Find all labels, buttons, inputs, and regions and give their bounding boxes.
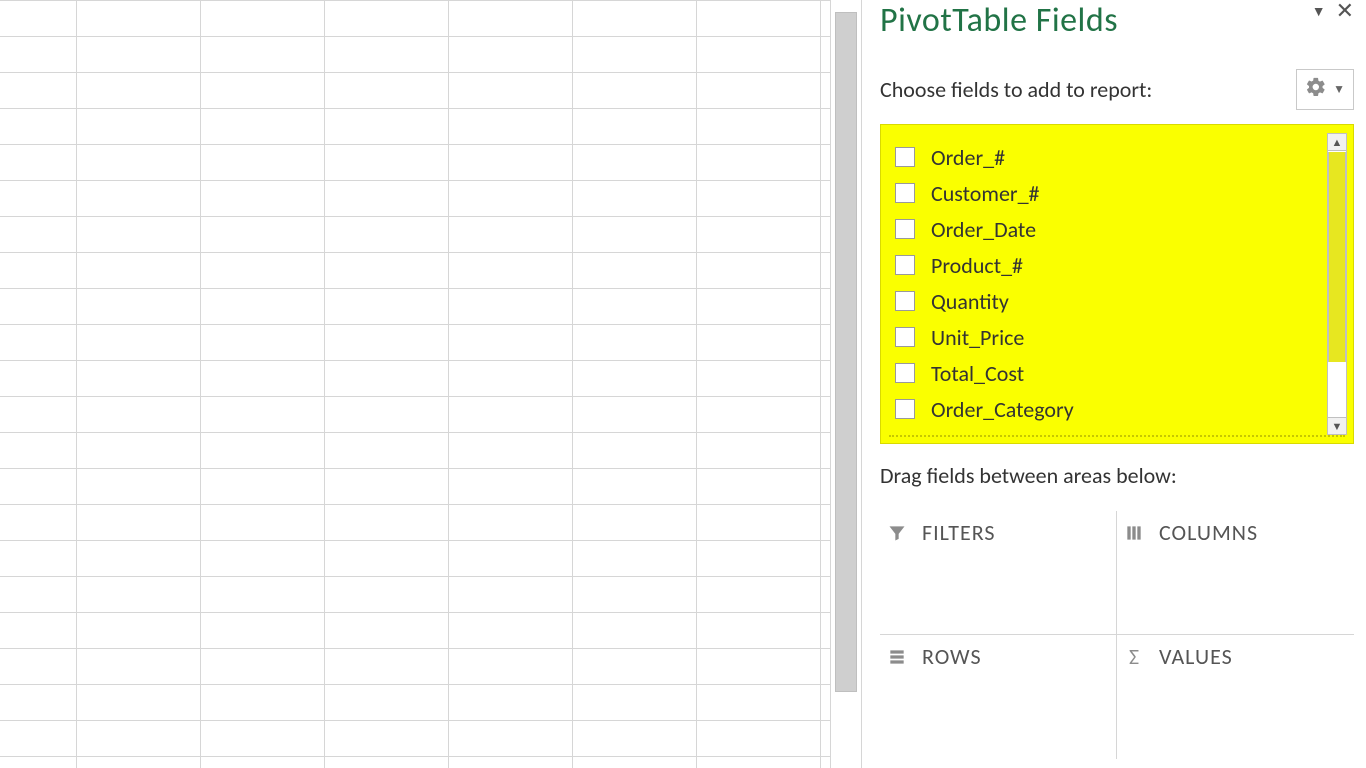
spreadsheet-grid[interactable]	[0, 0, 830, 768]
field-checkbox[interactable]	[895, 219, 915, 239]
panel-subheader: Choose fields to add to report:	[880, 76, 1152, 103]
drag-hint: Drag fields between areas below:	[880, 462, 1354, 489]
field-checkbox[interactable]	[895, 183, 915, 203]
columns-icon	[1123, 522, 1145, 544]
field-checkbox[interactable]	[895, 291, 915, 311]
field-checkbox[interactable]	[895, 363, 915, 383]
filter-icon	[886, 522, 908, 544]
rows-drop-area[interactable]: ROWS	[880, 635, 1117, 759]
field-row[interactable]: Order_Date	[895, 211, 1345, 247]
field-label: Order_Date	[931, 216, 1036, 243]
field-label: Customer_#	[931, 180, 1040, 207]
pivot-fields-panel: PivotTable Fields ▼ ✕ Choose fields to a…	[862, 0, 1366, 768]
field-label: Order_Category	[931, 396, 1074, 423]
values-label: VALUES	[1159, 643, 1233, 670]
rows-icon	[886, 646, 908, 668]
filters-drop-area[interactable]: FILTERS	[880, 511, 1117, 635]
columns-label: COLUMNS	[1159, 519, 1258, 546]
field-row[interactable]: Order_#	[895, 139, 1345, 175]
grid-lines	[0, 0, 830, 768]
field-label: Quantity	[931, 288, 1009, 315]
field-row[interactable]: Quantity	[895, 283, 1345, 319]
field-checkbox[interactable]	[895, 147, 915, 167]
field-label: Product_#	[931, 252, 1023, 279]
scroll-up-icon[interactable]: ▲	[1327, 133, 1347, 151]
drop-areas: FILTERS COLUMNS ROWS	[880, 511, 1354, 759]
scroll-down-icon[interactable]: ▼	[1327, 417, 1347, 435]
field-label: Order_#	[931, 144, 1005, 171]
chevron-down-icon: ▼	[1333, 82, 1345, 97]
panel-title: PivotTable Fields	[880, 0, 1118, 41]
sigma-icon: Σ	[1123, 646, 1145, 668]
rows-label: ROWS	[922, 643, 982, 670]
columns-drop-area[interactable]: COLUMNS	[1117, 511, 1354, 635]
filters-label: FILTERS	[922, 519, 996, 546]
values-drop-area[interactable]: Σ VALUES	[1117, 635, 1354, 759]
field-label: Unit_Price	[931, 324, 1024, 351]
field-checkbox[interactable]	[895, 255, 915, 275]
field-checkbox[interactable]	[895, 399, 915, 419]
field-list-options-button[interactable]: ▼	[1296, 69, 1354, 110]
field-row[interactable]: Unit_Price	[895, 319, 1345, 355]
field-label: Total_Cost	[931, 360, 1024, 387]
field-checkbox[interactable]	[895, 327, 915, 347]
sheet-scroll-thumb[interactable]	[835, 12, 857, 692]
field-row[interactable]: Total_Cost	[895, 355, 1345, 391]
sheet-vertical-scrollbar[interactable]	[830, 0, 862, 768]
field-row[interactable]: Product_#	[895, 247, 1345, 283]
field-list: Order_# Customer_# Order_Date Product_# Quan…	[880, 124, 1354, 444]
field-scroll-thumb[interactable]	[1328, 152, 1346, 362]
panel-close-icon[interactable]: ✕	[1336, 2, 1354, 20]
field-row[interactable]: Order_Category	[895, 391, 1345, 427]
gear-icon	[1305, 76, 1327, 103]
field-list-scrollbar[interactable]: ▲ ▼	[1327, 133, 1347, 435]
panel-menu-dropdown-icon[interactable]: ▼	[1312, 3, 1326, 20]
field-row[interactable]: Customer_#	[895, 175, 1345, 211]
